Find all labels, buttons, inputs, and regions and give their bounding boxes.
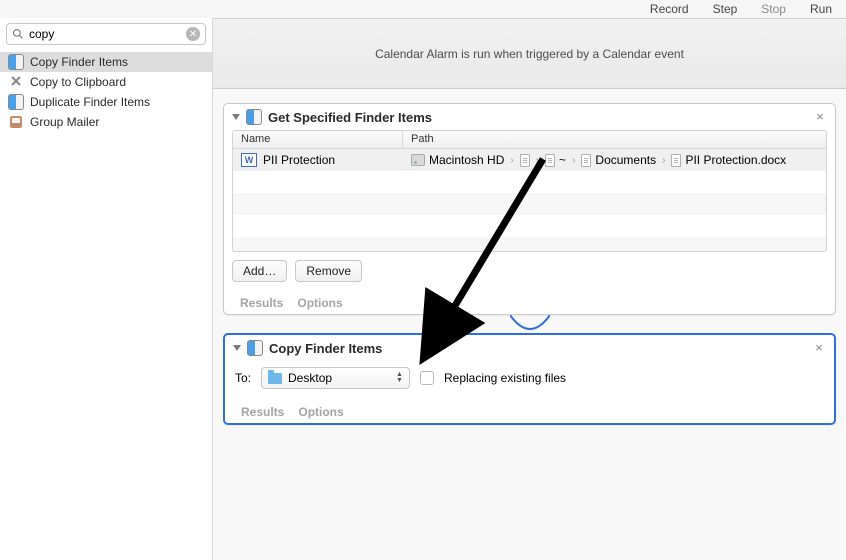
sidebar-item-label: Duplicate Finder Items	[30, 95, 150, 109]
main-row: ✕ Copy Finder Items Copy to Clipboard Du…	[0, 18, 846, 560]
word-document-icon: W	[241, 153, 257, 167]
run-button[interactable]: Run	[810, 2, 832, 16]
clipboard-icon	[8, 74, 24, 90]
table-empty-rows	[233, 171, 826, 251]
chevron-updown-icon: ▲▼	[394, 372, 405, 384]
folder-icon	[520, 154, 530, 167]
sidebar-item-group-mailer[interactable]: Group Mailer	[0, 112, 212, 132]
info-bar: Calendar Alarm is run when triggered by …	[213, 19, 846, 89]
action-body: To: Desktop ▲▼ Replacing existing files	[225, 361, 834, 399]
close-icon[interactable]: ×	[812, 341, 826, 355]
sidebar-item-label: Copy Finder Items	[30, 55, 128, 69]
sidebar-item-duplicate-finder-items[interactable]: Duplicate Finder Items	[0, 92, 212, 112]
replace-checkbox[interactable]	[420, 371, 434, 385]
folder-icon	[581, 154, 591, 167]
action-copy-finder-items[interactable]: Copy Finder Items × To: Desktop ▲▼ Repla…	[223, 333, 836, 425]
app-root: Record Step Stop Run ✕ Copy Finder Items	[0, 0, 846, 560]
sidebar-item-label: Group Mailer	[30, 115, 99, 129]
destination-popup[interactable]: Desktop ▲▼	[261, 367, 410, 389]
action-title: Copy Finder Items	[269, 341, 382, 356]
replace-label: Replacing existing files	[444, 371, 566, 385]
options-tab[interactable]: Options	[298, 405, 343, 419]
chevron-right-icon: ›	[534, 155, 541, 166]
chevron-right-icon: ›	[508, 155, 515, 166]
path-seg: ~	[559, 153, 566, 167]
path-seg: Macintosh HD	[429, 153, 504, 167]
finder-icon	[8, 94, 24, 110]
step-button[interactable]: Step	[713, 2, 738, 16]
table-header: Name Path	[233, 131, 826, 149]
contacts-icon	[8, 114, 24, 130]
action-footer-tabs: Results Options	[224, 290, 835, 314]
action-header[interactable]: Copy Finder Items ×	[225, 335, 834, 361]
sidebar-item-copy-to-clipboard[interactable]: Copy to Clipboard	[0, 72, 212, 92]
workflow-area[interactable]: Get Specified Finder Items × Name Path W	[213, 89, 846, 560]
action-get-specified-finder-items[interactable]: Get Specified Finder Items × Name Path W	[223, 103, 836, 315]
folder-icon	[268, 373, 282, 384]
search-input[interactable]	[6, 23, 206, 45]
top-toolbar: Record Step Stop Run	[0, 0, 846, 18]
finder-icon	[246, 109, 262, 125]
finder-icon	[247, 340, 263, 356]
folder-icon	[545, 154, 555, 167]
chevron-right-icon: ›	[570, 155, 577, 166]
sidebar: ✕ Copy Finder Items Copy to Clipboard Du…	[0, 18, 213, 560]
sidebar-item-copy-finder-items[interactable]: Copy Finder Items	[0, 52, 212, 72]
record-button[interactable]: Record	[650, 2, 689, 16]
search-icon	[12, 28, 24, 40]
sidebar-item-label: Copy to Clipboard	[30, 75, 126, 89]
search-container: ✕	[0, 18, 212, 50]
action-title: Get Specified Finder Items	[268, 110, 432, 125]
destination-value: Desktop	[288, 371, 332, 385]
button-row: Add… Remove	[232, 260, 827, 282]
add-button[interactable]: Add…	[232, 260, 287, 282]
finder-icon	[8, 54, 24, 70]
file-path: Macintosh HD › › ~ › Documents ›	[403, 151, 826, 169]
table-row[interactable]: W PII Protection Macintosh HD › ›	[233, 149, 826, 171]
action-header[interactable]: Get Specified Finder Items ×	[224, 104, 835, 130]
chevron-right-icon: ›	[660, 155, 667, 166]
stop-button: Stop	[761, 2, 786, 16]
disclosure-triangle-icon[interactable]	[232, 114, 240, 120]
document-icon	[671, 154, 681, 167]
action-body: Name Path W PII Protection Mac	[224, 130, 835, 290]
remove-button[interactable]: Remove	[295, 260, 362, 282]
action-list: Copy Finder Items Copy to Clipboard Dupl…	[0, 50, 212, 132]
options-tab[interactable]: Options	[297, 296, 342, 310]
action-footer-tabs: Results Options	[225, 399, 834, 423]
results-tab[interactable]: Results	[240, 296, 283, 310]
column-header-name[interactable]: Name	[233, 131, 403, 148]
file-name: PII Protection	[263, 153, 335, 167]
info-bar-text: Calendar Alarm is run when triggered by …	[375, 47, 684, 61]
to-label: To:	[235, 371, 251, 385]
drive-icon	[411, 154, 425, 166]
path-seg: Documents	[595, 153, 656, 167]
workflow-canvas: Calendar Alarm is run when triggered by …	[213, 18, 846, 560]
finder-items-table: Name Path W PII Protection Mac	[232, 130, 827, 252]
disclosure-triangle-icon[interactable]	[233, 345, 241, 351]
action-connector	[223, 315, 836, 333]
results-tab[interactable]: Results	[241, 405, 284, 419]
path-seg: PII Protection.docx	[685, 153, 786, 167]
close-icon[interactable]: ×	[813, 110, 827, 124]
clear-search-icon[interactable]: ✕	[186, 27, 200, 41]
column-header-path[interactable]: Path	[403, 131, 826, 148]
